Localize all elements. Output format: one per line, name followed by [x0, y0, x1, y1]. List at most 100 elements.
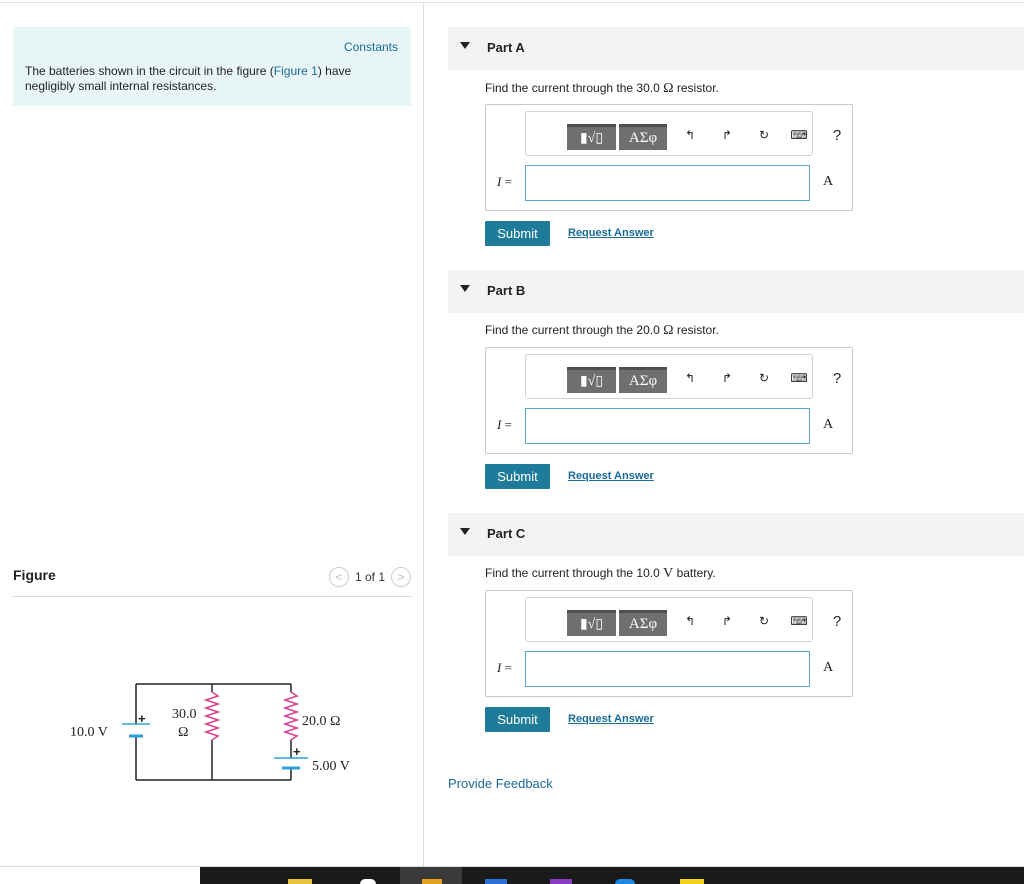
battery-left-symbol [122, 723, 150, 738]
variable-label: I = [497, 174, 512, 190]
resistor-left-unit: Ω [178, 725, 188, 740]
battery-left-label: 10.0 V [70, 725, 108, 740]
taskbar-word-icon[interactable] [485, 879, 507, 884]
question-text: Find the current through the 20.0 [485, 323, 664, 337]
variable-label: I = [497, 417, 512, 433]
provide-feedback-link[interactable]: Provide Feedback [448, 776, 553, 791]
taskbar-chrome-icon[interactable] [422, 879, 442, 884]
question-text: Find the current through the 30.0 [485, 81, 664, 95]
previous-figure-button[interactable]: < [328, 567, 349, 587]
undo-icon[interactable]: ↰ [679, 610, 701, 632]
intro-text: The batteries shown in the circuit in th… [25, 64, 385, 94]
resistor-right-symbol [282, 691, 300, 741]
part-a-answer-box: ▮√▯ ΑΣφ ↰ ↱ ↻ ⌨ ? I = A [485, 104, 853, 211]
next-figure-button[interactable]: > [391, 567, 411, 587]
part-a-question: Find the current through the 30.0 Ω resi… [485, 81, 719, 97]
figure-page-count: 1 of 1 [354, 570, 385, 584]
greek-symbols-button[interactable]: ΑΣφ [619, 610, 667, 636]
constants-link[interactable]: Constants [344, 40, 398, 54]
question-text: Find the current through the 10.0 [485, 566, 664, 580]
answer-input[interactable] [525, 408, 810, 444]
collapse-caret-icon[interactable] [460, 42, 470, 49]
keyboard-icon[interactable]: ⌨ [788, 610, 810, 632]
part-a-submit-button[interactable]: Submit [485, 221, 550, 246]
figure-pager: < 1 of 1 > [328, 567, 411, 587]
unit-label: A [823, 417, 834, 432]
unit-label: A [823, 174, 834, 189]
circuit-diagram: + 10.0 V 30.0 Ω 20.0 Ω + 5.00 V [70, 683, 350, 781]
reset-icon[interactable]: ↻ [753, 124, 775, 146]
reset-icon[interactable]: ↻ [753, 367, 775, 389]
part-a-request-answer-link[interactable]: Request Answer [568, 227, 654, 239]
taskbar-onenote-icon[interactable] [550, 879, 572, 884]
battery-right-label: 5.00 V [312, 759, 350, 774]
answer-input[interactable] [525, 651, 810, 687]
intro-text-before: The batteries shown in the circuit in th… [25, 64, 274, 78]
question-text-end: resistor. [673, 81, 719, 95]
part-b-label: Part B [487, 283, 526, 298]
greek-symbols-button[interactable]: ΑΣφ [619, 367, 667, 393]
question-text-end: battery. [673, 566, 716, 580]
redo-icon[interactable]: ↱ [716, 124, 738, 146]
circuit-wires [135, 683, 292, 781]
greek-symbols-button[interactable]: ΑΣφ [619, 124, 667, 150]
taskbar-sticky-notes-icon[interactable] [680, 879, 704, 884]
part-b-submit-button[interactable]: Submit [485, 464, 550, 489]
part-b-request-answer-link[interactable]: Request Answer [568, 470, 654, 482]
collapse-caret-icon[interactable] [460, 285, 470, 292]
battery-left-plus: + [138, 711, 146, 726]
resistor-left-value: 30.0 [172, 707, 197, 722]
resistor-right-label: 20.0 Ω [302, 714, 340, 729]
equals-sign: = [501, 174, 512, 189]
keyboard-icon[interactable]: ⌨ [788, 367, 810, 389]
math-toolbar: ▮√▯ ΑΣφ ↰ ↱ ↻ ⌨ ? [525, 111, 841, 156]
help-icon[interactable]: ? [826, 610, 848, 632]
unit-label: A [823, 660, 834, 675]
part-b-header[interactable]: Part B [448, 270, 1024, 313]
equals-sign: = [501, 660, 512, 675]
question-text-end: resistor. [673, 323, 719, 337]
figure-header: Figure < 1 of 1 > [13, 564, 411, 597]
taskbar-app-icon[interactable] [360, 879, 376, 884]
collapse-caret-icon[interactable] [460, 528, 470, 535]
resistor-left-symbol [203, 691, 221, 741]
templates-button[interactable]: ▮√▯ [567, 124, 616, 150]
column-divider [423, 3, 424, 866]
part-a-label: Part A [487, 40, 525, 55]
question-symbol: Ω [663, 323, 674, 338]
equals-sign: = [501, 417, 512, 432]
redo-icon[interactable]: ↱ [716, 610, 738, 632]
part-c-answer-box: ▮√▯ ΑΣφ ↰ ↱ ↻ ⌨ ? I = A [485, 590, 853, 697]
part-c-label: Part C [487, 526, 526, 541]
keyboard-icon[interactable]: ⌨ [788, 124, 810, 146]
taskbar-file-explorer-icon[interactable] [288, 879, 312, 884]
figure-title: Figure [13, 567, 56, 583]
top-rule [0, 2, 1024, 3]
part-a-header[interactable]: Part A [448, 27, 1024, 70]
variable-label: I = [497, 660, 512, 676]
taskbar-edge-icon[interactable] [615, 879, 635, 884]
question-symbol: V [663, 566, 674, 581]
help-icon[interactable]: ? [826, 367, 848, 389]
battery-right-plus: + [293, 744, 301, 759]
figure-link[interactable]: Figure 1 [274, 64, 318, 78]
help-icon[interactable]: ? [826, 124, 848, 146]
part-c-submit-button[interactable]: Submit [485, 707, 550, 732]
undo-icon[interactable]: ↰ [679, 124, 701, 146]
reset-icon[interactable]: ↻ [753, 610, 775, 632]
part-c-question: Find the current through the 10.0 V batt… [485, 566, 716, 582]
redo-icon[interactable]: ↱ [716, 367, 738, 389]
math-toolbar: ▮√▯ ΑΣφ ↰ ↱ ↻ ⌨ ? [525, 354, 841, 399]
intro-panel: Constants The batteries shown in the cir… [13, 27, 411, 106]
templates-button[interactable]: ▮√▯ [567, 610, 616, 636]
part-c-request-answer-link[interactable]: Request Answer [568, 713, 654, 725]
question-symbol: Ω [663, 81, 674, 96]
battery-right-symbol [274, 757, 308, 770]
templates-button[interactable]: ▮√▯ [567, 367, 616, 393]
answer-input[interactable] [525, 165, 810, 201]
part-c-header[interactable]: Part C [448, 513, 1024, 556]
part-b-question: Find the current through the 20.0 Ω resi… [485, 323, 719, 339]
math-toolbar: ▮√▯ ΑΣφ ↰ ↱ ↻ ⌨ ? [525, 597, 841, 642]
undo-icon[interactable]: ↰ [679, 367, 701, 389]
taskbar [200, 867, 1024, 884]
